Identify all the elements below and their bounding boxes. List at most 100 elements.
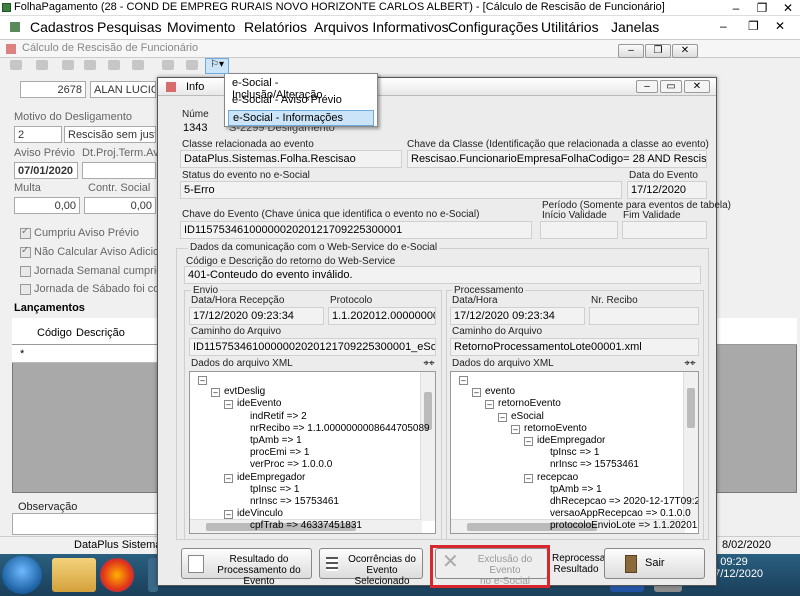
tree-node[interactable]: cpfTrab => 46337451831 xyxy=(250,520,362,531)
sair-button-label: Sair xyxy=(645,557,665,569)
tree-node[interactable]: tpInsc => 1 xyxy=(550,447,599,458)
undo-icon[interactable] xyxy=(84,60,96,70)
tree-node[interactable]: nrRecibo => 1.1.0000000008644705089 xyxy=(250,423,430,434)
tree-node[interactable]: tpAmb => 1 xyxy=(550,484,602,495)
tree-node[interactable]: indRetif => 2 xyxy=(250,411,307,422)
resultado-button-label: Resultado do Processamento do Evento xyxy=(217,554,301,587)
dialog-title: Info xyxy=(186,81,205,93)
esocial-dropdown-button[interactable]: ⚐▾ xyxy=(205,58,229,74)
jornada-sabado-checkbox[interactable] xyxy=(20,284,31,295)
menu-cadastros[interactable]: Cadastros xyxy=(30,19,94,35)
tree-node[interactable]: ideEmpregador xyxy=(537,435,605,446)
dropdown-item-aviso[interactable]: e-Social - Aviso Prévio xyxy=(228,93,374,109)
dropdown-item-informacoes[interactable]: e-Social - Informações xyxy=(228,110,374,126)
tree-node[interactable]: retornoEvento xyxy=(524,423,587,434)
menu-janelas[interactable]: Janelas xyxy=(611,19,659,35)
classe-label: Classe relacionada ao evento xyxy=(182,139,314,150)
edit-icon[interactable] xyxy=(36,60,48,70)
tree-node[interactable]: ideVinculo xyxy=(237,508,283,519)
nao-calcular-checkbox[interactable] xyxy=(20,245,31,258)
minimize-button[interactable]: – xyxy=(724,0,748,16)
tree-node[interactable]: nrInsc => 15753461 xyxy=(550,459,639,470)
envio-xml-tree[interactable]: – – evtDeslig – ideEvento indRetif => 2 nrReci… xyxy=(189,371,436,534)
tree-node[interactable]: tpAmb => 1 xyxy=(250,435,302,446)
tree-node[interactable]: nrInsc => 15753461 xyxy=(250,496,339,507)
menu-pesquisas[interactable]: Pesquisas xyxy=(97,19,162,35)
tree-node[interactable]: protocoloEnvioLote => 1.1.202012 xyxy=(550,520,698,531)
tree-node[interactable]: ideEmpregador xyxy=(237,472,305,483)
start-button[interactable] xyxy=(2,556,42,594)
ocorrencias-button-label: Ocorrências do Evento Selecionado xyxy=(348,554,416,587)
envio-tree-vscroll[interactable] xyxy=(420,372,435,521)
tree-expander[interactable]: – xyxy=(211,388,220,398)
grid-new-row[interactable]: * xyxy=(12,345,172,363)
observacao-field[interactable] xyxy=(12,513,162,535)
restore-button[interactable]: ❐ xyxy=(750,0,774,16)
menu-movimento[interactable]: Movimento xyxy=(167,19,235,35)
cumpriu-label: Cumpriu Aviso Prévio xyxy=(34,227,139,239)
tree-node[interactable]: verProc => 1.0.0.0 xyxy=(250,459,332,470)
print-icon[interactable] xyxy=(132,60,144,70)
delete-icon[interactable] xyxy=(108,60,120,70)
mdi-restore-button[interactable]: ❐ xyxy=(748,19,759,33)
tree-expander[interactable]: – xyxy=(224,400,233,410)
child-close-button[interactable]: ✕ xyxy=(672,44,698,58)
tree-expander[interactable]: – xyxy=(511,424,520,434)
menu-utilitarios[interactable]: Utilitários xyxy=(541,19,599,35)
jornada-sabado-label: Jornada de Sábado foi con xyxy=(34,283,166,295)
observacao-label: Observação xyxy=(18,501,78,513)
mdi-minimize-button[interactable]: – xyxy=(720,19,727,33)
resultado-processamento-button[interactable]: Resultado do Processamento do Evento xyxy=(181,548,312,587)
tree-expander[interactable]: – xyxy=(485,400,494,410)
tree-expander[interactable]: – xyxy=(459,376,468,385)
tree-node[interactable]: recepcao xyxy=(537,472,578,483)
col-codigo[interactable]: Código xyxy=(37,327,72,339)
tree-expander[interactable]: – xyxy=(198,376,207,385)
cumpriu-checkbox[interactable] xyxy=(20,226,31,239)
tree-node[interactable]: retornoEvento xyxy=(498,398,561,409)
proc-xml-tree[interactable]: – – evento – retornoEvento – eSocial – retornoEv… xyxy=(450,371,699,534)
mdi-close-button[interactable]: ✕ xyxy=(775,19,785,33)
info-dialog: Info – ▭ ✕ Núme 1343 S-2299 Desligamento… xyxy=(157,77,731,587)
ocorrencias-button[interactable]: Ocorrências do Evento Selecionado xyxy=(319,548,423,587)
menu-arquivos-informativos[interactable]: Arquivos Informativos xyxy=(314,19,449,35)
dialog-maximize-button[interactable]: ▭ xyxy=(660,80,682,93)
col-descricao[interactable]: Descrição xyxy=(76,327,125,339)
tree-expander[interactable]: – xyxy=(224,510,233,520)
child-restore-button[interactable]: ❐ xyxy=(645,44,671,58)
tree-node[interactable]: tpInsc => 1 xyxy=(250,484,299,495)
explorer-icon[interactable] xyxy=(52,558,96,592)
menu-relatorios[interactable]: Relatórios xyxy=(244,19,307,35)
tree-expander[interactable]: – xyxy=(472,388,481,398)
tree-expander[interactable]: – xyxy=(524,473,533,483)
export-icon[interactable] xyxy=(186,60,198,70)
tree-node[interactable]: versaoAppRecepcao => 0.1.0.0 xyxy=(550,508,691,519)
dialog-minimize-button[interactable]: – xyxy=(636,80,658,93)
dropdown-item-inclusao[interactable]: e-Social - Inclusão/Alteração xyxy=(228,76,374,101)
firefox-icon[interactable] xyxy=(100,558,134,592)
envio-binoculars-icon[interactable]: ⌖⌖ xyxy=(420,358,438,370)
new-icon[interactable] xyxy=(10,60,22,70)
tree-expander[interactable]: – xyxy=(224,473,233,483)
chave-classe-label: Chave da Classe (Identificação que relac… xyxy=(407,139,709,150)
save-icon[interactable] xyxy=(62,60,74,70)
tree-node[interactable]: ideEvento xyxy=(237,398,281,409)
jornada-semanal-checkbox[interactable] xyxy=(20,266,31,277)
tree-node[interactable]: eSocial xyxy=(511,411,544,422)
proc-binoculars-icon[interactable]: ⌖⌖ xyxy=(681,358,699,370)
tree-expander[interactable]: – xyxy=(498,412,507,422)
sair-button[interactable]: Sair xyxy=(604,548,705,579)
employee-code-field: 2678 xyxy=(20,81,86,98)
tree-node[interactable]: procEmi => 1 xyxy=(250,447,309,458)
calc-icon[interactable] xyxy=(162,60,174,70)
tree-node[interactable]: evento xyxy=(485,386,515,397)
tree-node[interactable]: dhRecepcao => 2020-12-17T09:23 xyxy=(550,496,698,507)
child-minimize-button[interactable]: – xyxy=(618,44,644,58)
tree-expander[interactable]: – xyxy=(524,437,533,446)
tree-node[interactable]: evtDeslig xyxy=(224,386,265,397)
menu-configuracoes[interactable]: Configurações xyxy=(448,19,538,35)
reprocessa-button[interactable]: Reprocessa Resultado xyxy=(552,548,605,579)
status-label: Status do evento no e-Social xyxy=(182,170,310,181)
dialog-close-button[interactable]: ✕ xyxy=(684,80,710,93)
close-button[interactable]: ✕ xyxy=(776,0,800,16)
